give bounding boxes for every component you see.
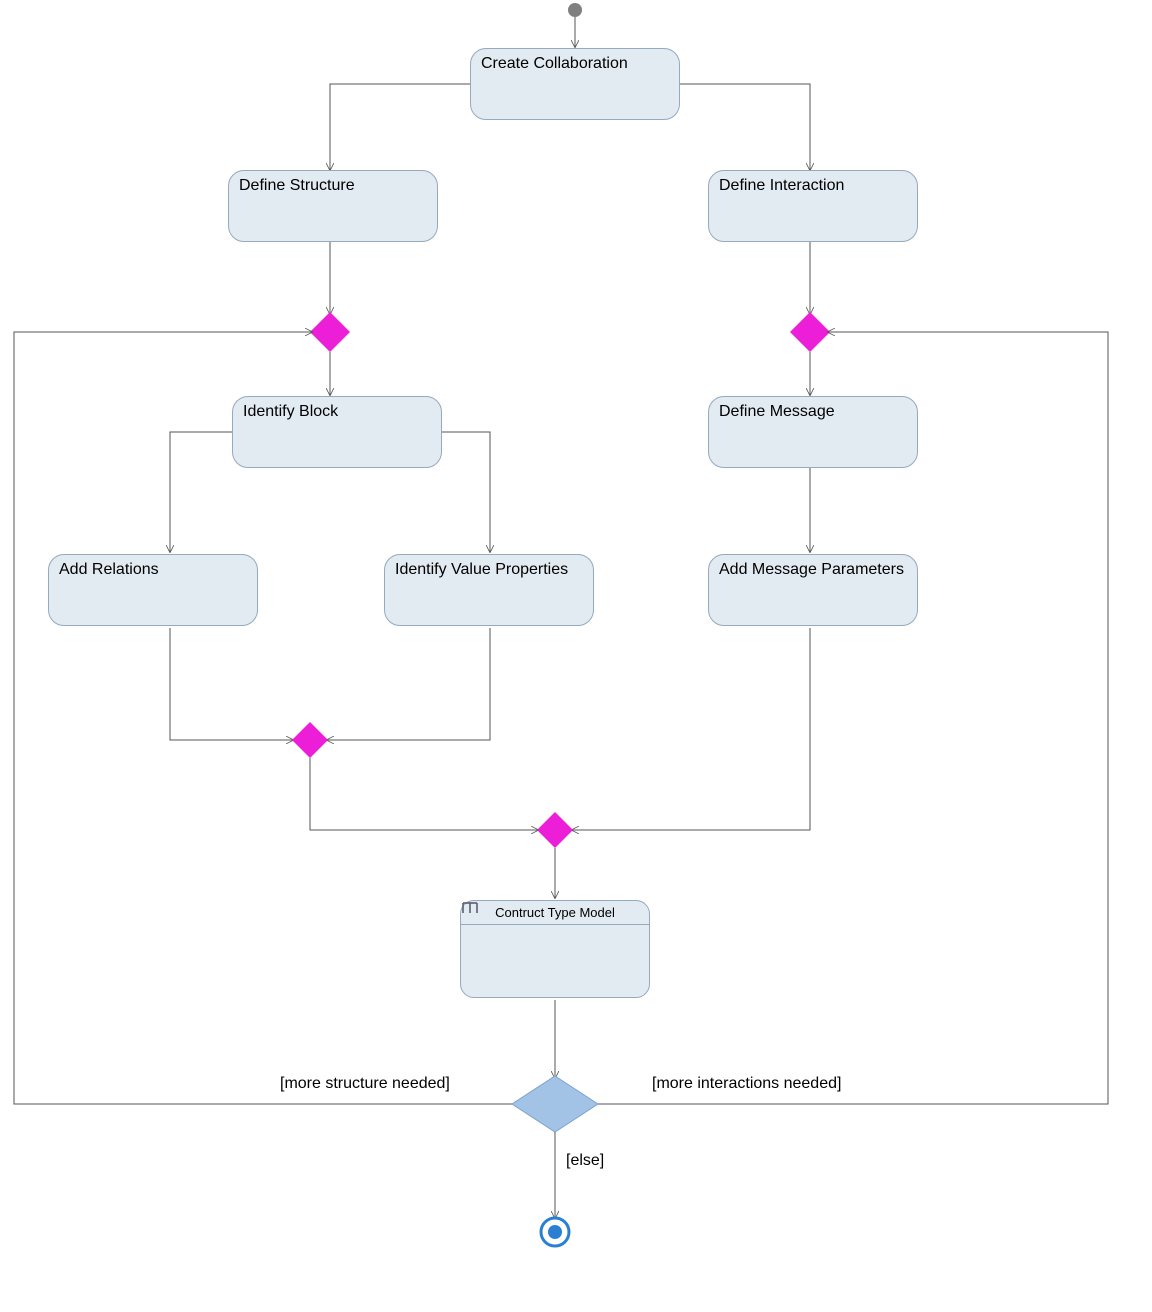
activity-identify-value-properties[interactable]: Identify Value Properties xyxy=(384,554,594,626)
decision-node xyxy=(512,1076,598,1132)
guard-more-structure: [more structure needed] xyxy=(280,1075,450,1093)
rake-icon xyxy=(461,901,479,915)
activity-define-structure[interactable]: Define Structure xyxy=(228,170,438,242)
activity-label: Identify Value Properties xyxy=(395,561,568,578)
activity-label: Contruct Type Model xyxy=(461,901,649,925)
final-node-dot xyxy=(548,1225,562,1239)
activity-label: Define Interaction xyxy=(719,177,844,194)
merge-node-interaction xyxy=(790,312,830,352)
activity-define-message[interactable]: Define Message xyxy=(708,396,918,468)
merge-node-central xyxy=(537,812,573,848)
activity-add-relations[interactable]: Add Relations xyxy=(48,554,258,626)
merge-node-structure-join xyxy=(292,722,328,758)
activity-define-interaction[interactable]: Define Interaction xyxy=(708,170,918,242)
activity-label: Add Relations xyxy=(59,561,159,578)
activity-construct-type-model[interactable]: Contruct Type Model xyxy=(460,900,650,998)
activity-label: Identify Block xyxy=(243,403,338,420)
activity-label: Add Message Parameters xyxy=(719,561,904,578)
activity-add-message-parameters[interactable]: Add Message Parameters xyxy=(708,554,918,626)
activity-label: Define Message xyxy=(719,403,835,420)
activity-create-collaboration[interactable]: Create Collaboration xyxy=(470,48,680,120)
merge-node-structure xyxy=(310,312,350,352)
diagram-canvas xyxy=(0,0,1152,1312)
guard-else: [else] xyxy=(566,1152,604,1170)
activity-label: Define Structure xyxy=(239,177,355,194)
initial-node xyxy=(568,3,582,17)
guard-more-interactions: [more interactions needed] xyxy=(652,1075,841,1093)
activity-label: Create Collaboration xyxy=(481,55,628,72)
activity-identify-block[interactable]: Identify Block xyxy=(232,396,442,468)
